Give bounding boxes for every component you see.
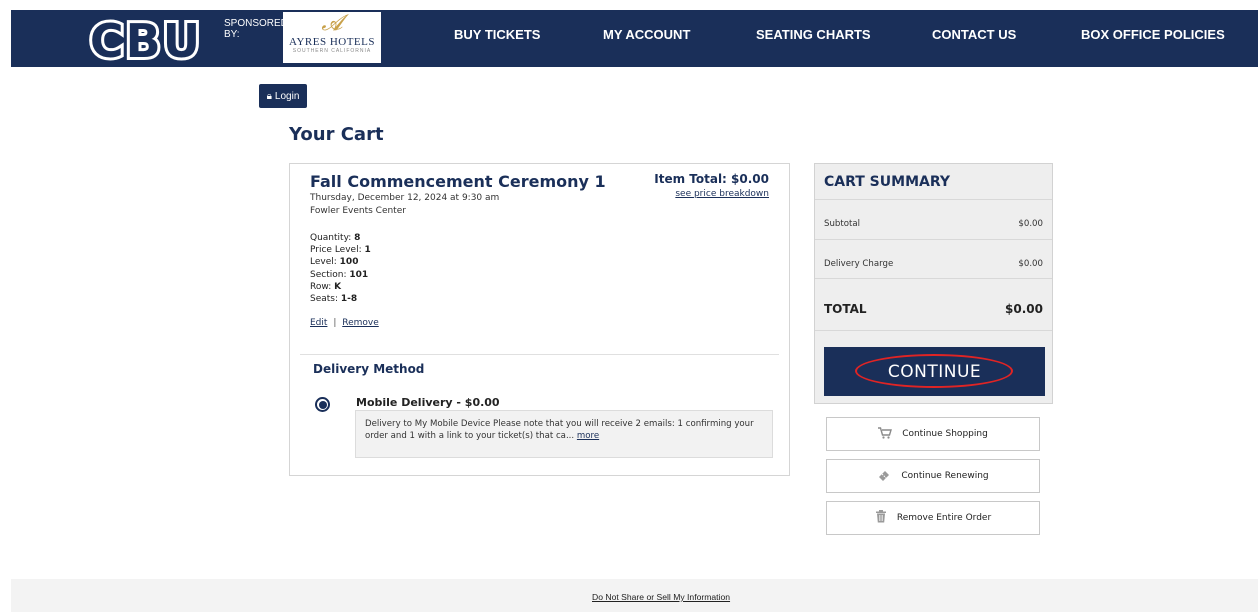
delivery-note-text: Delivery to My Mobile Device Please note… (365, 419, 754, 441)
cart-summary-title: CART SUMMARY (824, 174, 950, 190)
footer: Do Not Share or Sell My Information (11, 579, 1258, 612)
ticket-details: Quantity: 8 Price Level: 1 Level: 100 Se… (310, 232, 371, 305)
continue-label: CONTINUE (887, 361, 982, 382)
link-separator: | (333, 318, 337, 328)
login-label: Login (274, 90, 300, 102)
event-date: Thursday, December 12, 2024 at 9:30 am (310, 193, 500, 203)
detail-level: Level: 100 (310, 257, 359, 268)
detail-seats: Seats: 1-8 (310, 294, 358, 305)
lock-icon: 🔒︎ (266, 90, 272, 102)
item-actions: Edit | Remove (310, 318, 379, 328)
continue-renewing-label: Continue Renewing (901, 471, 989, 481)
cbu-logo[interactable]: CBU (87, 13, 205, 64)
total-label: TOTAL (824, 302, 867, 316)
remove-link[interactable]: Remove (342, 318, 379, 328)
nav-seating-charts[interactable]: SEATING CHARTS (756, 27, 871, 42)
continue-shopping-button[interactable]: Continue Shopping (826, 417, 1040, 451)
price-breakdown-link[interactable]: see price breakdown (675, 189, 769, 199)
remove-entire-order-label: Remove Entire Order (896, 513, 992, 523)
mobile-delivery-label[interactable]: Mobile Delivery - $0.00 (356, 396, 500, 409)
event-title: Fall Commencement Ceremony 1 (310, 172, 606, 191)
divider (300, 354, 779, 355)
nav-contact-us[interactable]: CONTACT US (932, 27, 1016, 42)
divider (815, 199, 1052, 200)
item-total: Item Total: $0.00 (654, 172, 769, 186)
continue-renewing-button[interactable]: Continue Renewing (826, 459, 1040, 493)
continue-shopping-label: Continue Shopping (902, 429, 988, 439)
delivery-method-heading: Delivery Method (313, 362, 425, 376)
nav-my-account[interactable]: MY ACCOUNT (603, 27, 690, 42)
sponsored-by-label: SPONSORED BY: (224, 18, 288, 40)
event-venue: Fowler Events Center (310, 206, 406, 216)
detail-section: Section: 101 (310, 269, 369, 280)
detail-price-level: Price Level: 1 (310, 245, 371, 256)
top-navigation-bar: CBU SPONSORED BY: 𝓐 AYRES HOTELS SOUTHER… (11, 10, 1258, 67)
total-value: $0.00 (1005, 302, 1043, 316)
ticket-icon (877, 469, 891, 484)
delivery-charge-value: $0.00 (1018, 259, 1043, 269)
more-link[interactable]: more (577, 431, 599, 441)
detail-quantity: Quantity: 8 (310, 233, 361, 243)
sponsor-glyph-icon: 𝓐 (321, 11, 343, 36)
continue-button[interactable]: CONTINUE (824, 347, 1045, 396)
login-button[interactable]: 🔒︎ Login (259, 84, 307, 108)
page-title: Your Cart (289, 124, 384, 145)
divider (815, 330, 1052, 331)
svg-text:CBU: CBU (90, 14, 202, 64)
nav-box-office-policies[interactable]: BOX OFFICE POLICIES (1081, 27, 1225, 42)
sponsor-subtitle: SOUTHERN CALIFORNIA (292, 48, 372, 54)
cart-item-card: Fall Commencement Ceremony 1 Thursday, D… (289, 163, 790, 476)
subtotal-value: $0.00 (1018, 219, 1043, 229)
trash-icon (875, 510, 887, 526)
cart-summary: CART SUMMARY Subtotal $0.00 Delivery Cha… (814, 163, 1053, 404)
mobile-delivery-radio[interactable] (315, 397, 330, 412)
do-not-sell-link[interactable]: Do Not Share or Sell My Information (592, 592, 730, 602)
delivery-note: Delivery to My Mobile Device Please note… (355, 410, 773, 458)
detail-row: Row: K (310, 281, 342, 292)
sponsor-logo[interactable]: 𝓐 AYRES HOTELS SOUTHERN CALIFORNIA (283, 12, 381, 63)
cart-icon (878, 426, 893, 442)
nav-buy-tickets[interactable]: BUY TICKETS (454, 27, 540, 42)
edit-link[interactable]: Edit (310, 318, 327, 328)
divider (815, 239, 1052, 240)
divider (815, 278, 1052, 279)
delivery-charge-label: Delivery Charge (824, 259, 894, 269)
remove-entire-order-button[interactable]: Remove Entire Order (826, 501, 1040, 535)
subtotal-label: Subtotal (824, 219, 861, 229)
sponsor-name: AYRES HOTELS (289, 36, 375, 48)
